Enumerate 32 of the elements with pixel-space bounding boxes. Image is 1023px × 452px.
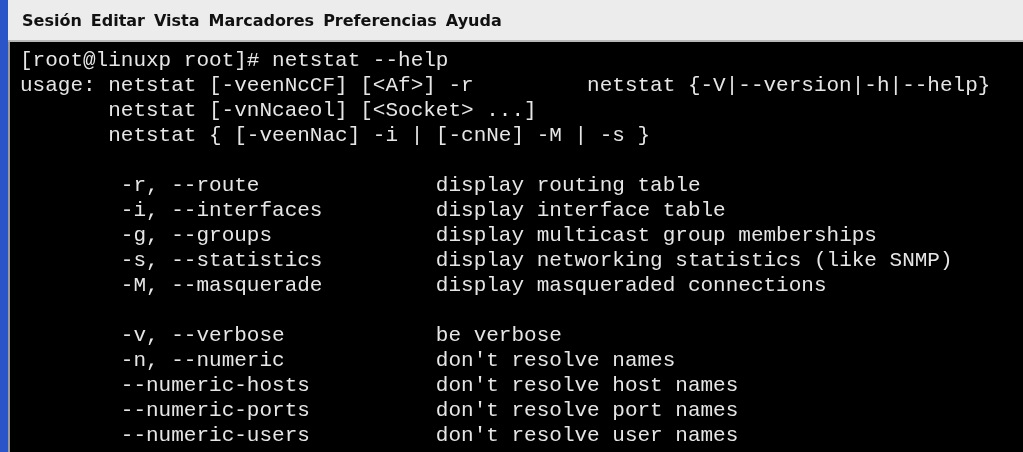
menu-item[interactable]: Preferencias: [323, 8, 437, 32]
menu-item[interactable]: Editar: [90, 8, 145, 32]
usage-syntax: netstat {-V|--version|-h|--help}: [587, 73, 991, 98]
option-description: display masqueraded connections: [435, 273, 827, 298]
option-description: be verbose: [435, 323, 562, 348]
option-name: --numeric-users: [120, 424, 310, 447]
usage-syntax: netstat { [-veenNac] -i | [-cnNe] -M | -s }: [108, 124, 651, 147]
option-name: --numeric-ports: [120, 399, 310, 422]
option-name: -v, --verbose: [120, 324, 285, 347]
option-name: --numeric-hosts: [120, 374, 310, 397]
usage-syntax: netstat [-vnNcaeol] [<Socket> ...]: [108, 99, 537, 122]
menu-item[interactable]: Marcadores: [208, 8, 315, 32]
option-name: -M, --masquerade: [120, 274, 323, 297]
option-name: -n, --numeric: [120, 349, 285, 372]
option-description: don't resolve port names: [435, 398, 739, 423]
option-description: display multicast group memberships: [435, 223, 877, 248]
option-description: display interface table: [435, 198, 726, 223]
option-description: display routing table: [435, 173, 701, 198]
option-description: don't resolve user names: [435, 423, 739, 448]
option-name: -i, --interfaces: [120, 199, 323, 222]
menu-item[interactable]: Sesión: [22, 8, 82, 32]
option-name: -s, --statistics: [120, 249, 323, 272]
menu-item[interactable]: Vista: [153, 8, 200, 32]
option-description: don't resolve names: [435, 348, 676, 373]
option-name: -r, --route: [120, 174, 260, 197]
usage-label: usage:: [20, 74, 96, 97]
command-line: [root@linuxp root]# netstat --help: [20, 48, 449, 73]
option-name: -g, --groups: [120, 224, 273, 247]
menu-item[interactable]: Ayuda: [445, 8, 502, 32]
usage-syntax: netstat [-veenNcCF] [<Af>] -r: [108, 74, 474, 97]
option-description: don't resolve host names: [435, 373, 739, 398]
option-description: display networking statistics (like SNMP): [435, 248, 953, 273]
